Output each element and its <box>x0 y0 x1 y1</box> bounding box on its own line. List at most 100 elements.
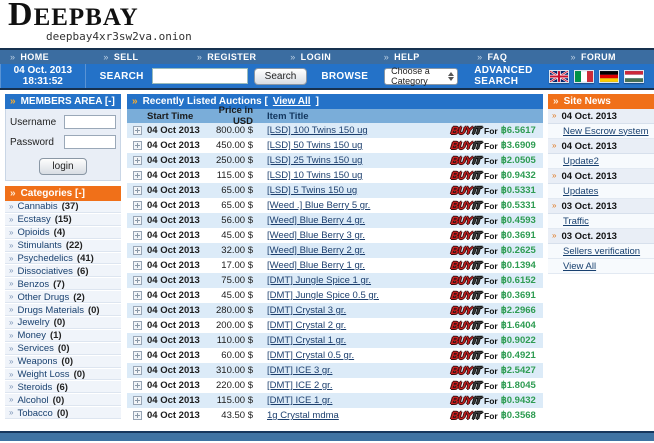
category-item[interactable]: » Alcohol (0) <box>5 394 121 407</box>
category-item[interactable]: » Stimulants (22) <box>5 240 121 253</box>
expand-icon[interactable] <box>133 171 142 180</box>
auction-item-link[interactable]: [DMT] Jungle Spice 0.5 gr. <box>267 290 379 301</box>
category-item[interactable]: » Tobacco (0) <box>5 407 121 420</box>
category-item[interactable]: » Money (1) <box>5 330 121 343</box>
auction-item-link[interactable]: [DMT] ICE 1 gr. <box>267 395 332 406</box>
category-item[interactable]: » Benzos (7) <box>5 278 121 291</box>
buy-it-button[interactable]: BUYIT <box>450 395 481 407</box>
news-link[interactable]: Sellers verification <box>563 246 640 257</box>
nav-item[interactable]: » FORUM <box>561 52 654 62</box>
expand-icon[interactable] <box>133 366 142 375</box>
news-link[interactable]: New Escrow system <box>563 126 649 137</box>
category-item[interactable]: » Ecstasy (15) <box>5 214 121 227</box>
expand-icon[interactable] <box>133 216 142 225</box>
buy-it-button[interactable]: BUYIT <box>450 335 481 347</box>
auction-item-link[interactable]: [LSD] 100 Twins 150 ug <box>267 125 368 136</box>
buy-it-button[interactable]: BUYIT <box>450 200 481 212</box>
expand-icon[interactable] <box>133 351 142 360</box>
buy-it-button[interactable]: BUYIT <box>450 260 481 272</box>
login-button[interactable]: login <box>39 158 86 175</box>
category-item[interactable]: » Psychedelics (41) <box>5 253 121 266</box>
auction-item-link[interactable]: [DMT] Crystal 2 gr. <box>267 320 346 331</box>
auction-item-link[interactable]: [LSD] 50 Twins 150 ug <box>267 140 362 151</box>
auction-item-link[interactable]: [LSD] 10 Twins 150 ug <box>267 170 362 181</box>
news-link[interactable]: Updates <box>563 186 598 197</box>
buy-it-button[interactable]: BUYIT <box>450 155 481 167</box>
category-item[interactable]: » Cannabis (37) <box>5 201 121 214</box>
category-item[interactable]: » Drugs Materials (0) <box>5 304 121 317</box>
flag-germany-icon[interactable] <box>599 70 619 83</box>
expand-icon[interactable] <box>133 231 142 240</box>
buy-it-button[interactable]: BUYIT <box>450 410 481 422</box>
news-link[interactable]: Traffic <box>563 216 589 227</box>
expand-icon[interactable] <box>133 246 142 255</box>
auction-item-link[interactable]: [DMT] Jungle Spice 1 gr. <box>267 275 371 286</box>
auction-item-link[interactable]: [DMT] Crystal 1 gr. <box>267 335 346 346</box>
expand-icon[interactable] <box>133 126 142 135</box>
nav-item[interactable]: » HELP <box>374 52 467 62</box>
category-item[interactable]: » Services (0) <box>5 343 121 356</box>
auction-item-link[interactable]: [DMT] ICE 2 gr. <box>267 380 332 391</box>
auction-item-link[interactable]: [LSD] 25 Twins 150 ug <box>267 155 362 166</box>
auction-item-link[interactable]: [Weed .] Blue Berry 5 gr. <box>267 200 370 211</box>
flag-hungary-icon[interactable] <box>624 70 644 83</box>
auction-item-link[interactable]: [Weed] Blue Berry 2 gr. <box>267 245 365 256</box>
expand-icon[interactable] <box>133 141 142 150</box>
news-link[interactable]: Update2 <box>563 156 599 167</box>
auction-item-link[interactable]: [Weed] Blue Berry 3 gr. <box>267 230 365 241</box>
auction-item-link[interactable]: [Weed] Blue Berry 1 gr. <box>267 260 365 271</box>
category-item[interactable]: » Opioids (4) <box>5 227 121 240</box>
buy-it-button[interactable]: BUYIT <box>450 350 481 362</box>
nav-item[interactable]: » SELL <box>93 52 186 62</box>
buy-it-button[interactable]: BUYIT <box>450 290 481 302</box>
nav-item[interactable]: » REGISTER <box>187 52 280 62</box>
expand-icon[interactable] <box>133 261 142 270</box>
buy-it-button[interactable]: BUYIT <box>450 380 481 392</box>
username-field[interactable] <box>64 115 116 129</box>
nav-item[interactable]: » LOGIN <box>280 52 373 62</box>
expand-icon[interactable] <box>133 186 142 195</box>
auctions-view-all-link[interactable]: View All <box>273 96 311 107</box>
expand-icon[interactable] <box>133 291 142 300</box>
category-item[interactable]: » Jewelry (0) <box>5 317 121 330</box>
category-select[interactable]: Choose a Category <box>384 68 458 85</box>
search-input[interactable] <box>152 68 248 84</box>
expand-icon[interactable] <box>133 321 142 330</box>
expand-icon[interactable] <box>133 156 142 165</box>
expand-icon[interactable] <box>133 201 142 210</box>
buy-it-button[interactable]: BUYIT <box>450 125 481 137</box>
news-view-all-link[interactable]: View All <box>563 261 596 272</box>
buy-it-button[interactable]: BUYIT <box>450 275 481 287</box>
expand-icon[interactable] <box>133 336 142 345</box>
nav-item[interactable]: » HOME <box>0 52 93 62</box>
buy-it-button[interactable]: BUYIT <box>450 320 481 332</box>
auction-item-link[interactable]: [DMT] ICE 3 gr. <box>267 365 332 376</box>
buy-it-button[interactable]: BUYIT <box>450 170 481 182</box>
buy-it-button[interactable]: BUYIT <box>450 230 481 242</box>
category-item[interactable]: » Weight Loss (0) <box>5 369 121 382</box>
buy-it-button[interactable]: BUYIT <box>450 245 481 257</box>
nav-item[interactable]: » FAQ <box>467 52 560 62</box>
auction-item-link[interactable]: [LSD] 5 Twins 150 ug <box>267 185 357 196</box>
password-field[interactable] <box>64 135 116 149</box>
flag-united-kingdom-icon[interactable] <box>549 70 569 83</box>
auction-item-link[interactable]: [Weed] Blue Berry 4 gr. <box>267 215 365 226</box>
category-item[interactable]: » Weapons (0) <box>5 356 121 369</box>
buy-it-button[interactable]: BUYIT <box>450 185 481 197</box>
auction-item-link[interactable]: [DMT] Crystal 3 gr. <box>267 305 346 316</box>
buy-it-button[interactable]: BUYIT <box>450 140 481 152</box>
flag-italy-icon[interactable] <box>574 70 594 83</box>
search-button[interactable]: Search <box>254 68 308 85</box>
category-item[interactable]: » Steroids (6) <box>5 381 121 394</box>
buy-it-button[interactable]: BUYIT <box>450 365 481 377</box>
expand-icon[interactable] <box>133 411 142 420</box>
buy-it-button[interactable]: BUYIT <box>450 215 481 227</box>
expand-icon[interactable] <box>133 381 142 390</box>
category-item[interactable]: » Other Drugs (2) <box>5 291 121 304</box>
auction-item-link[interactable]: [DMT] Crystal 0.5 gr. <box>267 350 354 361</box>
expand-icon[interactable] <box>133 396 142 405</box>
expand-icon[interactable] <box>133 306 142 315</box>
buy-it-button[interactable]: BUYIT <box>450 305 481 317</box>
expand-icon[interactable] <box>133 276 142 285</box>
advanced-search-link[interactable]: ADVANCED SEARCH <box>474 65 549 87</box>
